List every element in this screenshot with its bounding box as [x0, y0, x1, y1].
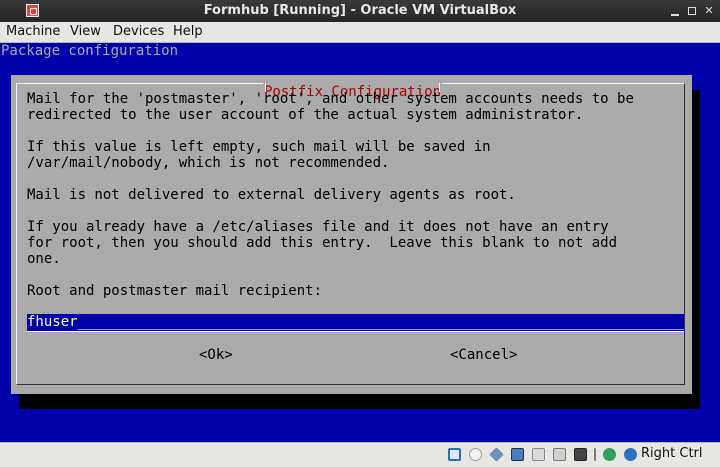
dialog-text-line: for root, then you should add this entry… — [27, 235, 618, 251]
cpu-icon — [594, 448, 596, 461]
postfix-dialog: Postfix Configuration Mail for the 'post… — [11, 75, 692, 394]
video-capture-icon[interactable] — [574, 448, 587, 461]
minimize-icon[interactable] — [668, 4, 682, 18]
mail-recipient-input[interactable]: fhuser__________________________________… — [27, 314, 684, 332]
usb-icon[interactable] — [489, 447, 504, 462]
mouse-integration-icon[interactable] — [603, 448, 616, 461]
dialog-text-line: one. — [27, 251, 61, 267]
menu-devices[interactable]: Devices — [113, 24, 164, 39]
window-title: Formhub [Running] - Oracle VM VirtualBox — [203, 3, 517, 18]
arrow-icon[interactable] — [624, 448, 637, 461]
window-title-bar: Formhub [Running] - Oracle VM VirtualBox… — [0, 0, 720, 22]
display-icon[interactable] — [553, 448, 566, 461]
shared-folders-icon[interactable] — [532, 448, 545, 461]
network-icon[interactable] — [511, 448, 524, 461]
menu-view[interactable]: View — [70, 24, 101, 39]
package-configuration-header: Package configuration — [1, 43, 179, 59]
vm-screen[interactable]: Package configuration Postfix Configurat… — [0, 43, 720, 442]
close-icon[interactable]: ✕ — [702, 4, 716, 18]
dialog-text-line: If you already have a /etc/aliases file … — [27, 219, 609, 235]
input-value: fhuser — [27, 314, 78, 330]
dialog-text-line: If this value is left empty, such mail w… — [27, 139, 491, 155]
dialog-text-line: Mail for the 'postmaster', 'root', and o… — [27, 91, 634, 107]
dialog-text-line: redirected to the user account of the ac… — [27, 107, 584, 123]
status-bar: Right Ctrl — [0, 442, 720, 467]
host-key-label: Right Ctrl — [641, 446, 703, 461]
dialog-text-line: /var/mail/nobody, which is not recommend… — [27, 155, 390, 171]
recipient-prompt-label: Root and postmaster mail recipient: — [27, 283, 323, 299]
menu-machine[interactable]: Machine — [6, 24, 60, 39]
dialog-text-line: Mail is not delivered to external delive… — [27, 187, 516, 203]
hard-disk-icon[interactable] — [448, 448, 461, 461]
maximize-icon[interactable] — [685, 4, 699, 18]
ok-button[interactable]: <Ok> — [199, 347, 233, 363]
cancel-button[interactable]: <Cancel> — [450, 347, 517, 363]
optical-drive-icon[interactable] — [469, 448, 482, 461]
menu-help[interactable]: Help — [173, 24, 203, 39]
menu-bar: Machine View Devices Help — [0, 22, 720, 43]
input-fill: ________________________________________… — [77, 314, 684, 330]
